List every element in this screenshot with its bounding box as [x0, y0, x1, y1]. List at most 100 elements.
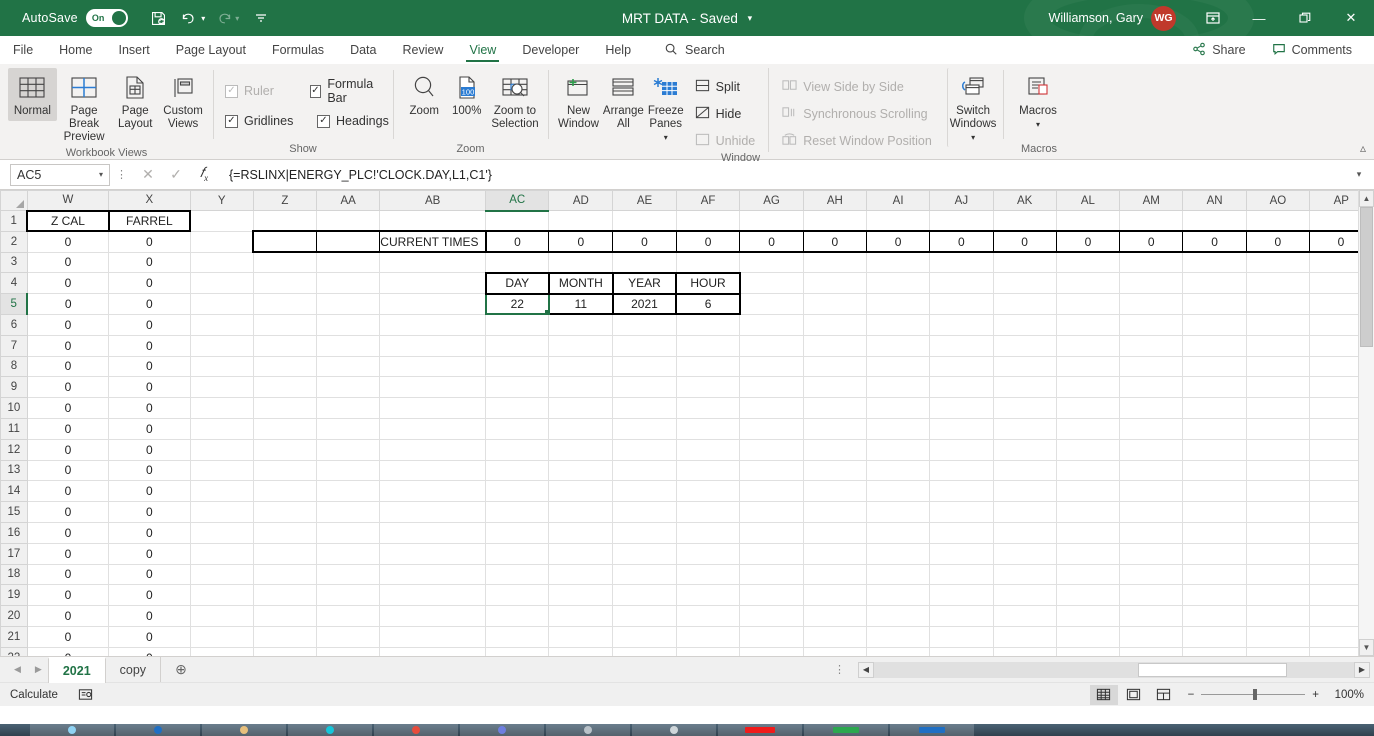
cell-AI14[interactable] [866, 480, 931, 503]
cell-AL2[interactable]: 0 [1055, 230, 1121, 254]
cell-AC22[interactable] [485, 647, 550, 656]
cell-AI20[interactable] [866, 605, 931, 627]
cell-Z6[interactable] [253, 314, 318, 336]
cell-AH7[interactable] [803, 335, 868, 357]
column-header-X[interactable]: X [108, 190, 191, 211]
next-sheet-icon[interactable]: ▶ [35, 664, 42, 675]
cell-AE16[interactable] [612, 522, 677, 544]
cell-AD4[interactable]: MONTH [547, 271, 614, 295]
cell-AF8[interactable] [676, 356, 741, 378]
cell-AK10[interactable] [993, 397, 1057, 419]
tab-insert[interactable]: Insert [106, 36, 163, 64]
sheet-tab-copy[interactable]: copy [106, 657, 162, 682]
cell-AN22[interactable] [1182, 647, 1247, 656]
cell-AJ5[interactable] [929, 293, 994, 315]
cell-AO21[interactable] [1246, 626, 1311, 648]
cell-Z11[interactable] [253, 418, 318, 440]
taskbar-item[interactable] [288, 724, 372, 736]
new-window-button[interactable]: New Window [556, 68, 601, 134]
cell-AM7[interactable] [1119, 335, 1184, 357]
zoom-slider-knob[interactable] [1253, 689, 1258, 700]
cell-AD17[interactable] [548, 543, 614, 565]
page-break-preview-view-button-status[interactable] [1150, 685, 1178, 705]
cell-AD13[interactable] [548, 460, 614, 482]
cell-AM5[interactable] [1119, 293, 1184, 315]
cell-Y10[interactable] [190, 397, 254, 419]
cell-X7[interactable]: 0 [108, 335, 191, 357]
cell-AG14[interactable] [739, 480, 804, 503]
cell-AL5[interactable] [1056, 293, 1121, 315]
cell-AC1[interactable] [485, 210, 550, 232]
cell-Z13[interactable] [253, 460, 318, 482]
close-button[interactable]: ✕ [1328, 0, 1374, 36]
cell-AB14[interactable] [379, 480, 487, 503]
cell-Y7[interactable] [190, 335, 254, 357]
autosave-toggle[interactable]: On [85, 9, 128, 27]
cell-AC14[interactable] [485, 480, 550, 503]
search-box[interactable]: Search [644, 36, 725, 64]
cell-AO16[interactable] [1246, 522, 1311, 544]
column-header-AD[interactable]: AD [548, 190, 614, 211]
cell-AB11[interactable] [379, 418, 487, 440]
cell-AN7[interactable] [1182, 335, 1247, 357]
cell-AF19[interactable] [676, 584, 741, 607]
horizontal-scrollbar[interactable]: ◀ ▶ [858, 661, 1370, 678]
cell-AL19[interactable] [1056, 584, 1121, 607]
cell-AO19[interactable] [1246, 584, 1311, 607]
cell-AD18[interactable] [548, 564, 614, 586]
cell-AI2[interactable]: 0 [865, 230, 931, 254]
cell-AM2[interactable]: 0 [1119, 230, 1184, 254]
cell-AK5[interactable] [993, 293, 1057, 315]
vertical-scrollbar[interactable]: ▲ ▼ [1358, 190, 1374, 656]
cell-AE20[interactable] [612, 605, 677, 627]
cell-AF12[interactable] [676, 439, 741, 461]
cell-AE4[interactable]: YEAR [611, 271, 678, 295]
cell-W2[interactable]: 0 [27, 231, 110, 253]
cell-AI5[interactable] [866, 293, 931, 315]
ribbon-display-options-icon[interactable] [1190, 0, 1236, 36]
cell-Y16[interactable] [190, 522, 254, 544]
row-header-3[interactable]: 3 [0, 251, 28, 274]
cell-AH6[interactable] [803, 314, 868, 336]
cell-Z8[interactable] [253, 356, 318, 378]
cell-AJ21[interactable] [929, 626, 994, 648]
cell-X13[interactable]: 0 [108, 460, 191, 482]
column-header-AA[interactable]: AA [315, 190, 381, 211]
cell-AJ22[interactable] [929, 647, 994, 656]
cell-AB15[interactable] [379, 501, 487, 523]
comments-button[interactable]: Comments [1262, 38, 1362, 63]
cell-AD8[interactable] [548, 356, 614, 378]
cell-AE5[interactable]: 2021 [611, 292, 678, 316]
cell-AK14[interactable] [993, 480, 1057, 503]
cell-AD12[interactable] [548, 439, 614, 461]
insert-function-icon[interactable]: 𝑓x [190, 166, 218, 183]
cell-AA15[interactable] [316, 501, 381, 523]
cell-AM13[interactable] [1119, 460, 1184, 482]
cell-W8[interactable]: 0 [27, 356, 110, 378]
name-box-chevron-down-icon[interactable]: ▾ [99, 170, 103, 179]
cell-AJ13[interactable] [929, 460, 994, 482]
cell-AJ18[interactable] [929, 564, 994, 586]
cell-X15[interactable]: 0 [108, 501, 191, 523]
cell-AO17[interactable] [1246, 543, 1311, 565]
cell-AA17[interactable] [316, 543, 381, 565]
cell-AE10[interactable] [612, 397, 677, 419]
cell-AC11[interactable] [485, 418, 550, 440]
cell-X2[interactable]: 0 [108, 231, 191, 253]
name-box[interactable]: AC5 ▾ [10, 163, 110, 186]
add-sheet-icon[interactable]: ⊕ [161, 657, 201, 682]
cell-AB19[interactable] [379, 584, 487, 607]
cell-AL14[interactable] [1056, 480, 1121, 503]
zoom-100-button[interactable]: 100 100% [445, 68, 487, 121]
cell-Z4[interactable] [253, 272, 318, 295]
cell-AL15[interactable] [1056, 501, 1121, 523]
cell-AO5[interactable] [1246, 293, 1311, 315]
split-button[interactable]: Split [690, 76, 761, 98]
cell-AJ4[interactable] [929, 272, 994, 295]
cell-W16[interactable]: 0 [27, 522, 110, 544]
taskbar-item[interactable] [890, 724, 974, 736]
cell-AM6[interactable] [1119, 314, 1184, 336]
cell-X10[interactable]: 0 [108, 397, 191, 419]
zoom-out-button[interactable]: − [1188, 689, 1195, 701]
restore-button[interactable] [1282, 0, 1328, 36]
